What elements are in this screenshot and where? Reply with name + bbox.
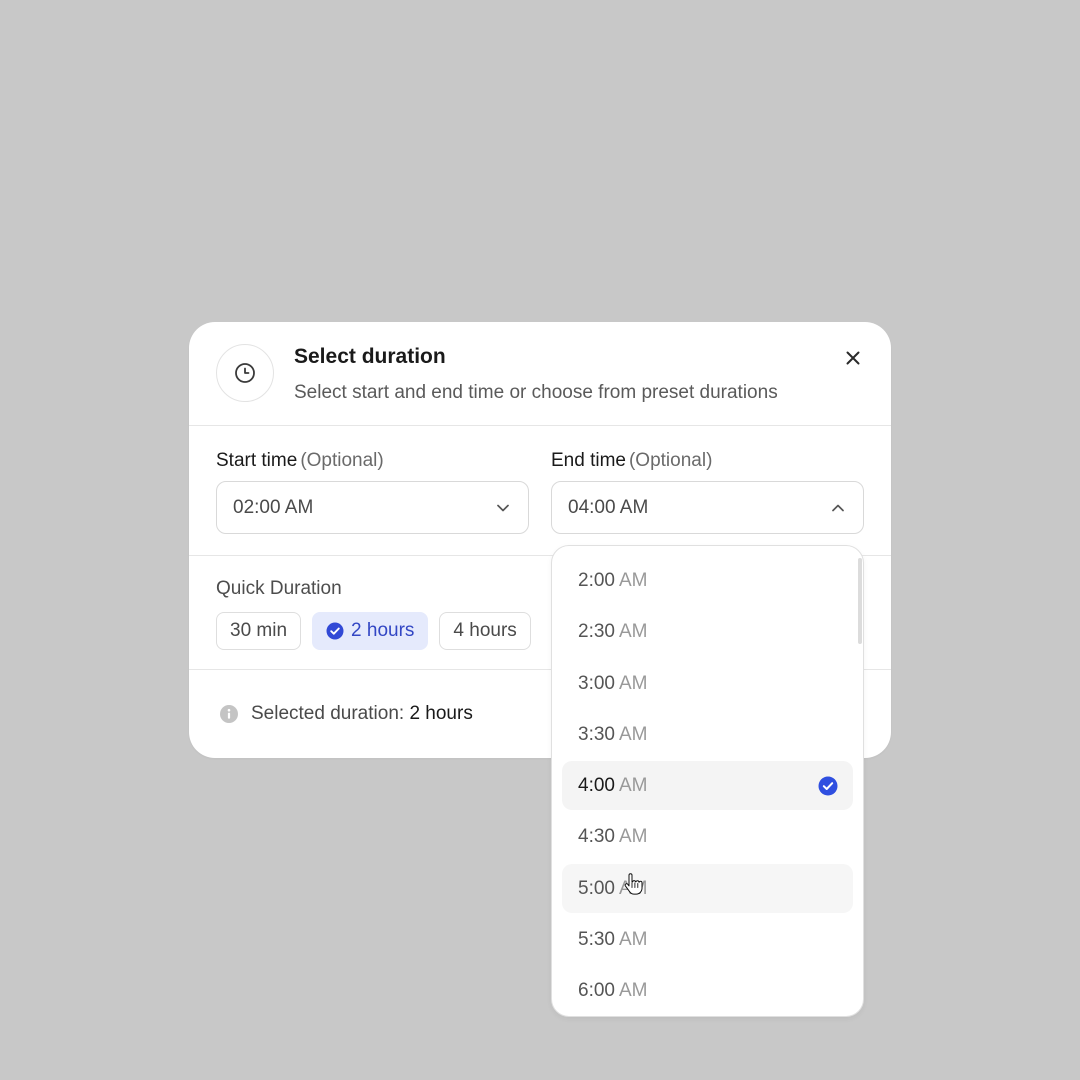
close-button[interactable] (839, 344, 867, 372)
time-option-hovered[interactable]: 5:00 AM (562, 863, 853, 913)
time-value: 3:30 (578, 723, 615, 745)
time-value: 3:00 (578, 672, 615, 694)
time-option[interactable]: 3:30 AM (562, 710, 853, 759)
time-fields: Start time (Optional) 02:00 AM End time (O… (189, 426, 891, 556)
end-time-label-text: End time (551, 450, 626, 471)
chip-label: 4 hours (453, 620, 517, 641)
start-time-field: Start time (Optional) 02:00 AM (216, 450, 529, 534)
time-option-label: 5:30 AM (578, 929, 647, 951)
dialog-subtitle: Select start and end time or choose from… (294, 382, 778, 403)
chip-label: 30 min (230, 620, 288, 641)
quick-duration-label: Quick Duration (216, 578, 342, 599)
time-option[interactable]: 4:30 AM (562, 812, 853, 861)
time-option-list: 2:00 AM 2:30 AM 3:00 AM 3:30 AM 4:00 AM 4:30 A… (562, 556, 853, 1016)
time-value: 5:30 (578, 929, 615, 951)
time-option-label: 2:30 AM (578, 621, 647, 643)
start-time-optional: (Optional) (300, 450, 384, 471)
dialog-header: Select duration Select start and end tim… (189, 322, 891, 426)
start-time-label: Start time (Optional) (216, 450, 529, 476)
time-option-label: 3:30 AM (578, 724, 647, 746)
summary-prefix: Selected duration: (251, 703, 405, 724)
ampm-value: AM (618, 929, 648, 951)
summary-value: 2 hours (409, 703, 473, 724)
end-time-label: End time (Optional) (551, 450, 864, 476)
quick-duration-chips: 30 min 2 hours 4 hours (216, 612, 531, 650)
ampm-value: AM (618, 980, 648, 1002)
time-option[interactable]: 3:00 AM (562, 659, 853, 708)
time-option-label: 5:00 AM (578, 878, 647, 900)
ampm-value: AM (618, 672, 648, 694)
time-option-label: 6:00 AM (578, 980, 647, 1002)
dialog-title: Select duration (294, 345, 446, 368)
summary-text: Selected duration: 2 hours (251, 703, 473, 725)
dropdown-scrollbar[interactable] (858, 558, 862, 644)
close-icon (846, 351, 860, 365)
time-value: 4:00 (578, 775, 615, 797)
time-option-label: 3:00 AM (578, 673, 647, 695)
ampm-value: AM (618, 775, 648, 797)
time-value: 6:00 (578, 980, 615, 1002)
chip-4-hours[interactable]: 4 hours (439, 612, 531, 650)
chevron-up-icon (831, 501, 845, 515)
start-time-value: 02:00 AM (233, 497, 314, 518)
time-value: 4:30 (578, 826, 615, 848)
time-option[interactable]: 2:30 AM (562, 607, 853, 656)
time-option-label: 4:00 AM (578, 775, 647, 797)
time-option-label: 2:00 AM (578, 570, 647, 592)
ampm-value: AM (618, 570, 648, 591)
time-option-selected[interactable]: 4:00 AM (562, 761, 853, 811)
time-value: 5:00 (578, 877, 615, 899)
ampm-value: AM (618, 826, 648, 848)
check-circle-icon (818, 776, 838, 796)
time-option[interactable]: 6:00 AM (562, 966, 853, 1015)
start-time-select[interactable]: 02:00 AM (216, 481, 529, 534)
ampm-value: AM (618, 621, 648, 643)
chip-label: 2 hours (351, 620, 415, 641)
end-time-select[interactable]: 04:00 AM (551, 481, 864, 534)
chip-30-min[interactable]: 30 min (216, 612, 302, 650)
ampm-value: AM (618, 877, 648, 899)
time-value: 2:30 (578, 621, 615, 643)
ampm-value: AM (618, 723, 648, 745)
end-time-optional: (Optional) (628, 450, 713, 471)
check-circle-icon (326, 622, 344, 640)
time-option[interactable]: 2:00 AM (562, 556, 853, 605)
start-time-label-text: Start time (216, 450, 298, 471)
chip-2-hours[interactable]: 2 hours (312, 612, 429, 650)
chevron-down-icon (496, 501, 510, 515)
time-option[interactable]: 5:30 AM (562, 915, 853, 964)
time-option-label: 4:30 AM (578, 826, 647, 848)
end-time-value: 04:00 AM (568, 497, 649, 518)
time-value: 2:00 (578, 570, 615, 591)
info-icon (220, 705, 238, 723)
end-time-dropdown: 2:00 AM 2:30 AM 3:00 AM 3:30 AM 4:00 AM 4:30 A… (551, 545, 864, 1017)
end-time-field: End time (Optional) 04:00 AM (551, 450, 864, 534)
clock-icon (216, 344, 274, 402)
